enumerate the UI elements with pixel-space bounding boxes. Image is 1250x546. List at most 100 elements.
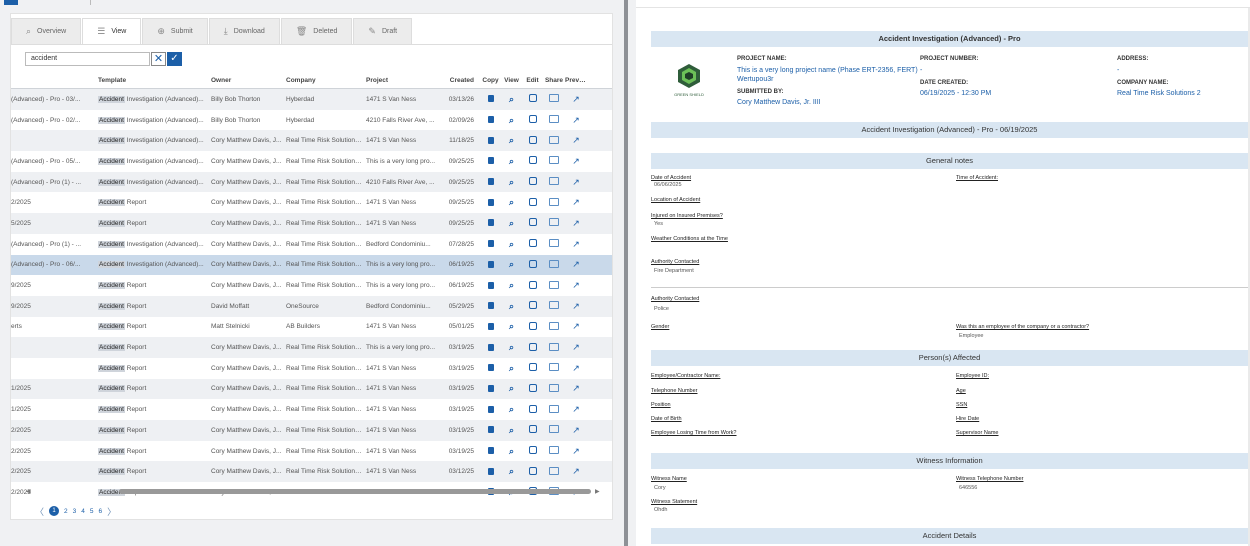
- copy-icon[interactable]: [480, 363, 501, 373]
- view-icon[interactable]: ⌕: [501, 218, 522, 229]
- share-icon[interactable]: [543, 301, 565, 311]
- table-row[interactable]: (Advanced) - Pro - 05/... Accident Invest…: [11, 151, 612, 172]
- scroll-left-icon[interactable]: ◀: [26, 488, 31, 495]
- panel-splitter[interactable]: [624, 0, 628, 546]
- preview-icon[interactable]: ↗: [565, 94, 587, 105]
- edit-icon[interactable]: [522, 466, 543, 477]
- preview-icon[interactable]: ↗: [565, 280, 587, 291]
- copy-icon[interactable]: [480, 322, 501, 332]
- copy-icon[interactable]: [480, 425, 501, 435]
- table-row[interactable]: 2/2025Accident ReportCory Matthew Davis,…: [11, 441, 612, 462]
- edit-icon[interactable]: [522, 135, 543, 146]
- preview-icon[interactable]: ↗: [565, 156, 587, 167]
- table-row[interactable]: (Advanced) - Pro - 03/... Accident Invest…: [11, 89, 612, 110]
- share-icon[interactable]: [543, 425, 565, 435]
- edit-icon[interactable]: [522, 156, 543, 166]
- view-icon[interactable]: ⌕: [501, 197, 522, 208]
- copy-icon[interactable]: [480, 218, 501, 228]
- copy-icon[interactable]: [480, 301, 501, 311]
- table-row[interactable]: (Advanced) - Pro - 02/... Accident Invest…: [11, 110, 612, 131]
- share-icon[interactable]: [543, 239, 565, 249]
- view-icon[interactable]: ⌕: [501, 135, 522, 146]
- tab-deleted[interactable]: 🗑 Deleted: [280, 18, 353, 44]
- table-row[interactable]: 2/2025Accident ReportCory Matthew Davis,…: [11, 192, 612, 213]
- view-icon[interactable]: ⌕: [501, 363, 522, 374]
- edit-icon[interactable]: [522, 301, 543, 311]
- edit-icon[interactable]: [522, 383, 543, 394]
- view-icon[interactable]: ⌕: [501, 259, 522, 270]
- share-icon[interactable]: [543, 383, 565, 394]
- edit-icon[interactable]: [522, 94, 543, 104]
- view-icon[interactable]: ⌕: [501, 115, 522, 126]
- col-header-created[interactable]: Created: [440, 77, 480, 84]
- page-6[interactable]: 6: [99, 508, 103, 515]
- table-row[interactable]: 2/2025Accident ReportCory Matthew Davis,…: [11, 461, 612, 483]
- view-icon[interactable]: ⌕: [501, 404, 522, 415]
- view-icon[interactable]: ⌕: [501, 94, 522, 105]
- share-icon[interactable]: [543, 197, 565, 208]
- table-row[interactable]: (Advanced) - Pro (1) - ... Accident Inves…: [11, 171, 612, 193]
- table-row[interactable]: 9/2025 Accident Report David Moffatt OneSou…: [11, 295, 612, 317]
- share-icon[interactable]: [543, 156, 565, 166]
- col-header-company[interactable]: Company: [286, 77, 366, 84]
- page-1[interactable]: 1: [49, 506, 60, 516]
- copy-icon[interactable]: [480, 156, 501, 166]
- share-icon[interactable]: [543, 342, 565, 353]
- table-row[interactable]: 1/2025 Accident Report Cory Matthew Davis,…: [11, 378, 612, 400]
- preview-icon[interactable]: ↗: [565, 177, 587, 188]
- table-row[interactable]: 2/2025Accident ReportCory Matthew Davis,…: [11, 420, 612, 441]
- tab-view[interactable]: ☰ View: [82, 18, 142, 44]
- preview-icon[interactable]: ↗: [565, 446, 587, 457]
- share-icon[interactable]: [543, 218, 565, 228]
- page-4[interactable]: 4: [81, 508, 85, 515]
- preview-icon[interactable]: ↗: [565, 466, 587, 477]
- view-icon[interactable]: ⌕: [501, 280, 522, 291]
- edit-icon[interactable]: [522, 259, 543, 270]
- table-row[interactable]: erts Accident Report Matt Stelnicki AB Buil…: [11, 317, 612, 338]
- table-row[interactable]: 1/2025 Accident Report Cory Matthew Davis,…: [11, 399, 612, 420]
- copy-icon[interactable]: [480, 343, 501, 353]
- preview-icon[interactable]: ↗: [565, 115, 587, 126]
- view-icon[interactable]: ⌕: [501, 425, 522, 436]
- copy-icon[interactable]: [480, 115, 501, 125]
- horizontal-scrollbar[interactable]: ◀ ▶: [11, 487, 612, 495]
- preview-icon[interactable]: ↗: [565, 259, 587, 270]
- share-icon[interactable]: [543, 466, 565, 477]
- col-header-owner[interactable]: Owner: [211, 77, 286, 84]
- share-icon[interactable]: [543, 177, 565, 187]
- copy-icon[interactable]: [480, 446, 501, 456]
- view-icon[interactable]: ⌕: [501, 383, 522, 394]
- edit-icon[interactable]: [522, 239, 543, 249]
- preview-icon[interactable]: ↗: [565, 239, 587, 250]
- edit-icon[interactable]: [522, 446, 543, 456]
- preview-icon[interactable]: ↗: [565, 425, 587, 436]
- next-page-icon[interactable]: 〉: [107, 505, 116, 518]
- preview-icon[interactable]: ↗: [565, 197, 587, 208]
- table-row[interactable]: Accident Investigation (Advanced)... Cory…: [11, 130, 612, 152]
- apply-search-button[interactable]: ✓: [167, 52, 182, 66]
- view-icon[interactable]: ⌕: [501, 446, 522, 457]
- preview-icon[interactable]: ↗: [565, 218, 587, 229]
- view-icon[interactable]: ⌕: [501, 156, 522, 167]
- edit-icon[interactable]: [522, 342, 543, 353]
- table-row[interactable]: Accident Report Cory Matthew Davis, J... R…: [11, 358, 612, 379]
- view-icon[interactable]: ⌕: [501, 177, 522, 188]
- table-row[interactable]: (Advanced) - Pro - 06/... Accident Invest…: [11, 254, 612, 276]
- share-icon[interactable]: [543, 321, 565, 332]
- prev-page-icon[interactable]: 〈: [35, 505, 44, 518]
- page-2[interactable]: 2: [64, 508, 68, 515]
- page-5[interactable]: 5: [90, 508, 94, 515]
- table-row[interactable]: (Advanced) - Pro (1) - ... Accident Inves…: [11, 234, 612, 255]
- copy-icon[interactable]: [480, 260, 501, 270]
- share-icon[interactable]: [543, 259, 565, 270]
- page-3[interactable]: 3: [73, 508, 77, 515]
- copy-icon[interactable]: [480, 239, 501, 249]
- preview-icon[interactable]: ↗: [565, 383, 587, 394]
- share-icon[interactable]: [543, 446, 565, 456]
- view-icon[interactable]: ⌕: [501, 466, 522, 477]
- view-icon[interactable]: ⌕: [501, 301, 522, 312]
- edit-icon[interactable]: [522, 280, 543, 291]
- edit-icon[interactable]: [522, 425, 543, 435]
- table-row[interactable]: 5/2025 Accident Report Cory Matthew Davis,…: [11, 213, 612, 234]
- copy-icon[interactable]: [480, 281, 501, 291]
